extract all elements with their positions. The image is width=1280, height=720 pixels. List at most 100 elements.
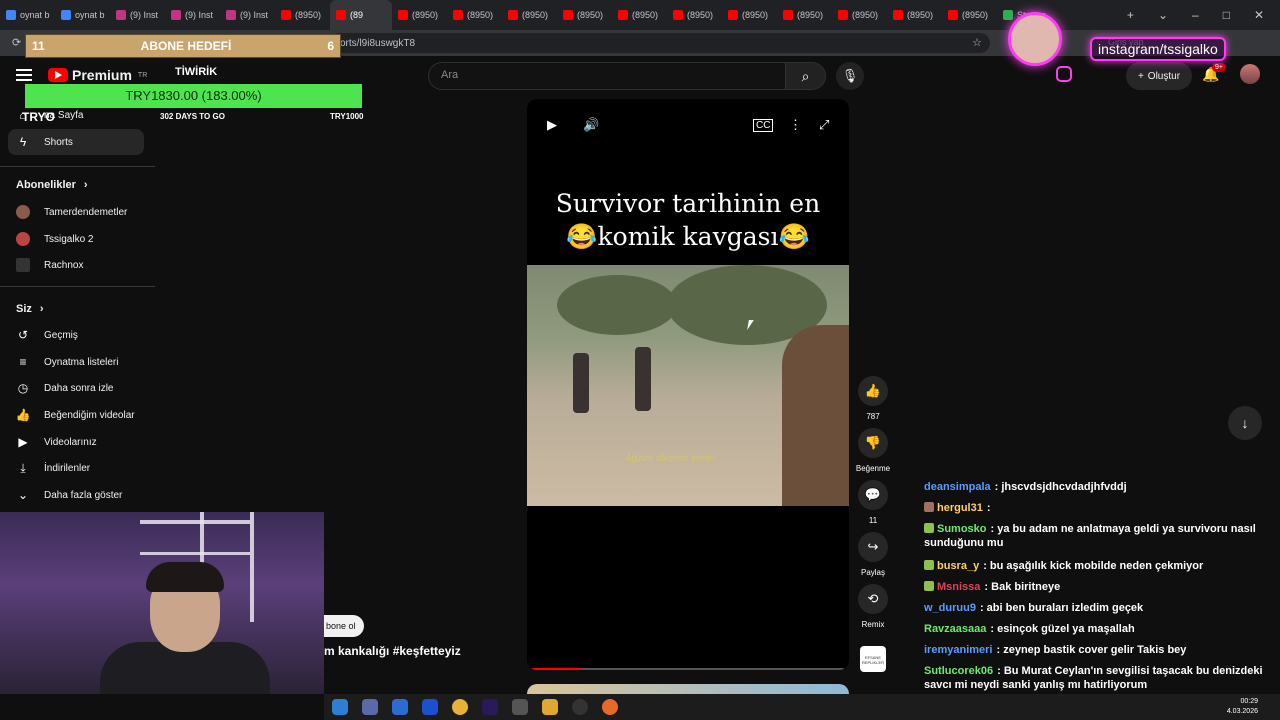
share-icon[interactable]: ↪: [858, 532, 888, 562]
tab-label: oynat b: [75, 10, 105, 20]
chat-username[interactable]: Sutlucorek06: [924, 665, 993, 677]
chat-username[interactable]: iremyanimeri: [924, 644, 992, 656]
audio-source-thumbnail[interactable]: EFSANE REPLİKLER: [860, 646, 886, 672]
tab-label: (8950): [907, 10, 934, 20]
obs-icon[interactable]: [572, 699, 588, 715]
browser-tab[interactable]: oynat b: [0, 0, 55, 30]
sidebar-channel-item[interactable]: Tssigalko 2: [8, 226, 144, 252]
chat-text: : Bak biritneye: [984, 581, 1061, 593]
close-icon[interactable]: ✕: [1254, 8, 1264, 22]
sidebar-item-your-videos[interactable]: ▶ Videolarınız: [8, 429, 144, 455]
url-text: orts/l9i8uswgkT8: [340, 37, 416, 49]
search-button[interactable]: ⌕: [786, 62, 826, 90]
browser-tab[interactable]: (8950): [392, 0, 447, 30]
chat-username[interactable]: deansimpala: [924, 481, 991, 493]
chat-username[interactable]: w_duruu9: [924, 602, 976, 614]
share-action[interactable]: ↪ Paylaş: [853, 532, 893, 577]
minimize-icon[interactable]: –: [1192, 8, 1199, 22]
sidebar-channel-item[interactable]: Tamerdendemetler: [8, 199, 144, 225]
sidebar-item-show-more[interactable]: ⌄ Daha fazla göster: [8, 482, 144, 508]
sidebar-item-history[interactable]: ↺ Geçmiş: [8, 322, 144, 348]
sidebar-item-label: Videolarınız: [44, 436, 97, 448]
sidebar-item-liked[interactable]: 👍 Beğendiğim videolar: [8, 402, 144, 428]
chat-username[interactable]: Ravzaasaaa: [924, 623, 986, 635]
sidebar-item-shorts[interactable]: ϟ Shorts: [8, 129, 144, 155]
tab-label: (8950): [632, 10, 659, 20]
sidebar-item-watch-later[interactable]: ◷ Daha sonra izle: [8, 375, 144, 401]
browser-tab[interactable]: (8950): [557, 0, 612, 30]
system-clock[interactable]: 00:29 4.03.2026: [1227, 697, 1258, 717]
chevron-down-icon[interactable]: ⌄: [1158, 8, 1168, 22]
edge-icon[interactable]: [332, 699, 348, 715]
thumbs-up-icon[interactable]: 👍: [858, 376, 888, 406]
video-title[interactable]: m kankalığı #keşfetteyiz: [324, 644, 461, 658]
dislike-action[interactable]: 👎 Beğenme: [853, 428, 893, 473]
volume-icon[interactable]: 🔊: [583, 117, 599, 133]
youtube-logo[interactable]: Premium TR: [48, 67, 147, 83]
outlook-icon[interactable]: [392, 699, 408, 715]
browser-tab[interactable]: (8950): [887, 0, 942, 30]
shorts-player[interactable]: ▶ 🔊 CC ⋮ ⤢ Survivor tarihinin en 😂komik …: [527, 99, 849, 670]
firefox-icon[interactable]: [602, 699, 618, 715]
remix-action[interactable]: ⟲ Remix: [853, 584, 893, 629]
chrome-icon[interactable]: [452, 699, 468, 715]
premiere-icon[interactable]: [482, 699, 498, 715]
create-button[interactable]: + Oluştur: [1126, 62, 1192, 90]
account-avatar[interactable]: [1240, 64, 1260, 84]
chat-username[interactable]: busra_y: [937, 560, 979, 572]
chat-username[interactable]: Msnissa: [937, 581, 980, 593]
sidebar-item-playlists[interactable]: ≡ Oynatma listeleri: [8, 349, 144, 375]
chat-text: :: [986, 502, 991, 514]
sidebar-channel-item[interactable]: Rachnox: [8, 252, 144, 278]
thumbs-down-icon[interactable]: 👎: [858, 428, 888, 458]
browser-tab[interactable]: (8950): [667, 0, 722, 30]
comment-icon[interactable]: 💬: [858, 480, 888, 510]
folder-icon[interactable]: [542, 699, 558, 715]
tab-label: (8950): [577, 10, 604, 20]
browser-tab[interactable]: (8950): [502, 0, 557, 30]
chat-username[interactable]: hergul31: [937, 502, 983, 514]
fullscreen-icon[interactable]: ⤢: [819, 117, 829, 133]
browser-tab[interactable]: (8950): [722, 0, 777, 30]
browser-tab[interactable]: (8950): [275, 0, 330, 30]
title-line: 😂komik kavgası😂: [566, 222, 810, 251]
subscriptions-header[interactable]: Abonelikler ›: [16, 179, 88, 191]
chat-username[interactable]: Sumosko: [937, 523, 987, 535]
browser-tab[interactable]: (9) Inst: [220, 0, 275, 30]
donation-goal-title: TİWİRİK: [175, 66, 218, 78]
remix-icon[interactable]: ⟲: [858, 584, 888, 614]
like-action[interactable]: 👍 787: [853, 376, 893, 421]
browser-tab[interactable]: (8950): [612, 0, 667, 30]
app-icon[interactable]: [422, 699, 438, 715]
browser-tab[interactable]: (89: [330, 0, 392, 30]
star-icon[interactable]: ☆: [972, 36, 982, 49]
chevron-right-icon: ›: [39, 303, 44, 315]
search-input[interactable]: Ara: [428, 62, 786, 90]
menu-icon[interactable]: [16, 69, 32, 81]
subscribe-button[interactable]: bone ol: [324, 615, 364, 637]
app-icon[interactable]: [512, 699, 528, 715]
browser-tab[interactable]: (9) Inst: [165, 0, 220, 30]
store-icon[interactable]: [362, 699, 378, 715]
play-icon[interactable]: ▶: [547, 117, 557, 133]
browser-tab[interactable]: (8950): [832, 0, 887, 30]
browser-tab[interactable]: (8950): [777, 0, 832, 30]
comment-action[interactable]: 💬 11: [853, 480, 893, 525]
next-video-button[interactable]: ↓: [1228, 406, 1262, 440]
url-field[interactable]: orts/l9i8uswgkT8 ☆: [330, 33, 990, 53]
browser-tab[interactable]: (9) Inst: [110, 0, 165, 30]
you-header[interactable]: Siz ›: [16, 303, 44, 315]
reload-icon[interactable]: ⟳: [12, 36, 21, 49]
browser-tab[interactable]: (8950): [447, 0, 502, 30]
video-progress-bar[interactable]: [532, 668, 844, 670]
browser-tab[interactable]: oynat b: [55, 0, 110, 30]
voice-search-button[interactable]: 🎙: [836, 62, 864, 90]
like-count: 787: [866, 412, 880, 421]
browser-tab[interactable]: (8950): [942, 0, 997, 30]
sidebar-item-downloads[interactable]: ⤓ İndirilenler: [8, 455, 144, 481]
captions-icon[interactable]: CC: [753, 119, 774, 132]
more-options-icon[interactable]: ⋮: [789, 117, 802, 133]
maximize-icon[interactable]: □: [1223, 8, 1230, 22]
new-tab-icon[interactable]: +: [1127, 8, 1134, 22]
youtube-icon: [453, 10, 463, 20]
